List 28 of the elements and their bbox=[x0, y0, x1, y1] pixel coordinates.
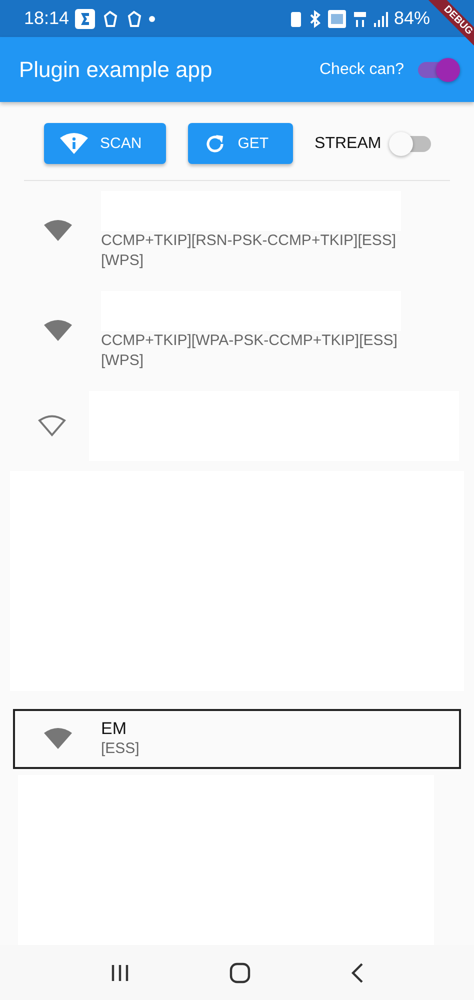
back-icon[interactable] bbox=[350, 962, 364, 982]
app-title: Plugin example app bbox=[19, 56, 214, 82]
bluetooth-icon bbox=[308, 10, 322, 28]
refresh-icon bbox=[204, 132, 226, 154]
get-button[interactable]: GET bbox=[188, 123, 293, 164]
wifi-outline-icon bbox=[38, 415, 66, 437]
network-capabilities: CCMP+TKIP][WPA-PSK-CCMP+TKIP][ESS] bbox=[101, 331, 398, 351]
network-name: EM bbox=[101, 719, 128, 739]
notification-icon bbox=[75, 8, 96, 28]
stream-label: STREAM bbox=[314, 134, 382, 152]
network-item[interactable]: EM [ESS] bbox=[13, 709, 461, 769]
battery-saver-icon bbox=[290, 10, 302, 28]
wifi-info-icon bbox=[60, 132, 88, 154]
clock: 18:14 bbox=[24, 8, 70, 29]
signal-icon bbox=[374, 10, 388, 26]
check-label: Check can? bbox=[320, 60, 404, 78]
network-capabilities: [ESS] bbox=[101, 739, 140, 759]
home-icon[interactable] bbox=[228, 962, 251, 984]
recent-apps-icon[interactable] bbox=[110, 964, 130, 982]
wifi-icon bbox=[44, 220, 72, 242]
dot-icon bbox=[149, 16, 156, 22]
wifi-icon bbox=[44, 320, 72, 342]
network-capabilities: [WPS] bbox=[101, 251, 145, 271]
network-capabilities: [WPS] bbox=[101, 351, 145, 371]
wifi-icon bbox=[44, 728, 72, 750]
network-capabilities: CCMP+TKIP][RSN-PSK-CCMP+TKIP][ESS] bbox=[101, 231, 398, 251]
scan-button[interactable]: SCAN bbox=[44, 123, 166, 164]
battery-percent: 84% bbox=[394, 8, 430, 29]
